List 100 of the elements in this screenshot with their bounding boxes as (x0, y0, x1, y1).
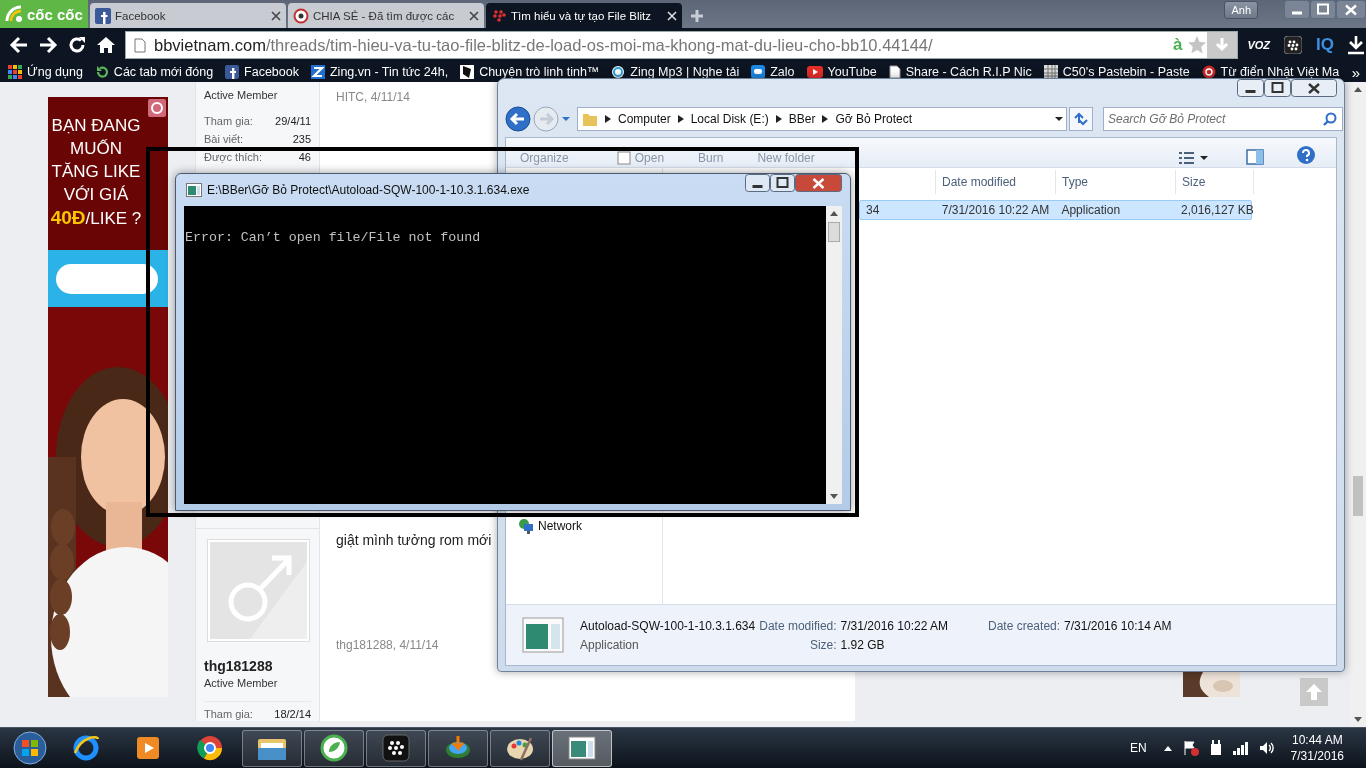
bookmarks-overflow[interactable]: » (1351, 63, 1360, 81)
new-tab-icon[interactable] (690, 9, 704, 23)
preview-pane-icon[interactable] (1246, 149, 1264, 165)
bookmark[interactable]: Ứng dụng (8, 65, 83, 79)
table-cell-text: 2,016,127 KB (1180, 203, 1251, 217)
extension-button[interactable]: IQ (1316, 35, 1334, 55)
table-cell-text: 7/31/2016 10:22 AM (940, 203, 1051, 217)
fan-icon (4, 4, 24, 24)
clock-date[interactable]: 7/31/2016 (1290, 748, 1344, 764)
window-title: E:\BBer\Gỡ Bỏ Protect\Autoload-SQW-100-1-10.3.1.634.exe (207, 183, 530, 197)
username[interactable]: thg181288 (204, 658, 311, 674)
column-header[interactable]: Type (1056, 170, 1176, 194)
scrollbar-thumb[interactable] (828, 222, 840, 242)
language-indicator[interactable]: EN (1129, 741, 1147, 755)
taskbar-button[interactable] (242, 729, 302, 767)
file-row[interactable]: 34 7/31/2016 10:22 AM Application 2,016,127 KB (859, 200, 1252, 220)
console-line: Error: Can’t open file/File not found (184, 230, 481, 245)
dots-icon (382, 734, 410, 762)
facebook-icon (95, 7, 111, 24)
breadcrumb-item[interactable]: BBer (788, 112, 816, 126)
start-button[interactable] (12, 730, 48, 766)
address-field[interactable]: Computer Local Disk (E:) BBer Gỡ Bỏ Protect (577, 107, 1067, 131)
apps-grid-icon (8, 65, 22, 79)
close-icon[interactable] (469, 10, 479, 21)
plug-icon[interactable] (1208, 740, 1223, 756)
close-icon[interactable] (271, 10, 281, 21)
signal-icon[interactable] (1232, 741, 1249, 755)
minimize-button[interactable] (745, 174, 770, 192)
minimize-button[interactable] (1237, 79, 1264, 97)
dots-icon (491, 7, 507, 24)
grid-icon (1043, 65, 1058, 79)
ring-icon (611, 65, 626, 79)
globe-icon (71, 733, 101, 763)
detail-value: 1.92 GB (840, 637, 886, 652)
extension-button[interactable]: VOZ (1247, 39, 1271, 51)
flag-icon[interactable] (1182, 740, 1199, 756)
taskbar-button[interactable] (552, 729, 612, 767)
breadcrumb-item[interactable]: Computer (618, 112, 671, 126)
minimize-button[interactable] (1284, 0, 1310, 19)
show-hidden-icon[interactable] (1162, 744, 1173, 752)
browser-tab[interactable]: Facebook (90, 3, 286, 28)
stat-value: 235 (292, 133, 311, 146)
bookmark[interactable]: Các tab mới đóng (94, 65, 214, 79)
detail-label: Date modified: (759, 618, 837, 633)
file-name: Autoload-SQW-100-1-10.3.1.634 (580, 618, 756, 633)
facebook-icon (225, 65, 240, 79)
maximize-button[interactable] (1264, 79, 1291, 97)
maximize-button[interactable] (1310, 0, 1336, 19)
home-icon[interactable] (96, 35, 116, 55)
back-icon[interactable] (505, 106, 531, 132)
download-icon[interactable] (1346, 35, 1366, 55)
document-icon (888, 65, 901, 79)
detail-value: 7/31/2016 10:22 AM (840, 618, 948, 633)
browser-tab[interactable]: Tìm hiểu và tự tạo File Blitz (486, 3, 682, 28)
column-header[interactable]: Size (1176, 170, 1254, 194)
nav-item[interactable]: Network (518, 518, 582, 534)
ad-headline: BẠN ĐANG MUỐN TĂNG LIKE VỚI GIÁ 40Đ/LIKE ? (49, 115, 143, 230)
bookmark[interactable]: Facebook (225, 65, 299, 79)
breadcrumb-item[interactable]: Local Disk (E:) (690, 112, 769, 126)
taskbar-button[interactable] (490, 729, 550, 767)
scrollbar-thumb[interactable] (1353, 476, 1363, 516)
column-header[interactable]: Date modified (936, 170, 1056, 194)
chat-bubble-icon (751, 65, 766, 79)
detail-label: Size: (808, 637, 837, 652)
bookmark[interactable]: Zing.vn - Tin tức 24h, (311, 65, 449, 79)
ad-info-icon[interactable] (148, 99, 166, 117)
table-cell-text: Application (1060, 203, 1122, 217)
maximize-button[interactable] (770, 174, 795, 192)
close-button[interactable] (795, 174, 842, 192)
taskbar-button[interactable] (366, 729, 426, 767)
refresh-button[interactable] (1069, 107, 1093, 131)
search-field[interactable]: Search Gỡ Bỏ Protect (1103, 107, 1343, 131)
reload-icon[interactable] (67, 35, 87, 55)
ad-banner[interactable]: BẠN ĐANG MUỐN TĂNG LIKE VỚI GIÁ 40Đ/LIKE ? (48, 97, 168, 250)
bookmark[interactable]: YouTube (806, 65, 877, 79)
bookmark[interactable]: Share - Cách R.I.P Nic (888, 65, 1032, 79)
browser-tab[interactable]: CHIA SẺ - Đã tìm được các (288, 3, 484, 28)
detail-label: Date created: (988, 618, 1061, 633)
view-options-icon[interactable] (1178, 151, 1208, 165)
network-icon (518, 518, 534, 534)
close-button[interactable] (1336, 0, 1366, 19)
stat-value: 46 (298, 151, 311, 164)
ad-button[interactable] (56, 263, 158, 294)
star-icon[interactable] (1187, 35, 1208, 55)
volume-icon[interactable] (1258, 741, 1275, 755)
clock-time[interactable]: 10:44 AM (1291, 732, 1343, 748)
file-type: Application (580, 637, 640, 652)
zigzag-icon (311, 65, 325, 79)
address-bar[interactable]: bbvietnam.com/threads/tim-hieu-va-tu-tao-file-blitz-de-load-os-moi-ma-khong-mat-du-lieu-cho-bb10.44144/ à (125, 31, 1239, 59)
open-icon (616, 151, 631, 165)
circle-icon (1201, 65, 1216, 79)
dots-icon[interactable] (1284, 36, 1303, 54)
table-cell-text: 34 (865, 203, 881, 217)
close-button[interactable] (1291, 79, 1337, 97)
help-icon[interactable] (1296, 145, 1316, 165)
breadcrumb-item[interactable]: Gỡ Bỏ Protect (835, 112, 912, 126)
stat-label: Tham gia: (204, 115, 253, 128)
user-role: Active Member (204, 89, 279, 101)
taskbar-button[interactable] (304, 729, 364, 767)
profile-button[interactable]: Anh (1224, 1, 1258, 19)
